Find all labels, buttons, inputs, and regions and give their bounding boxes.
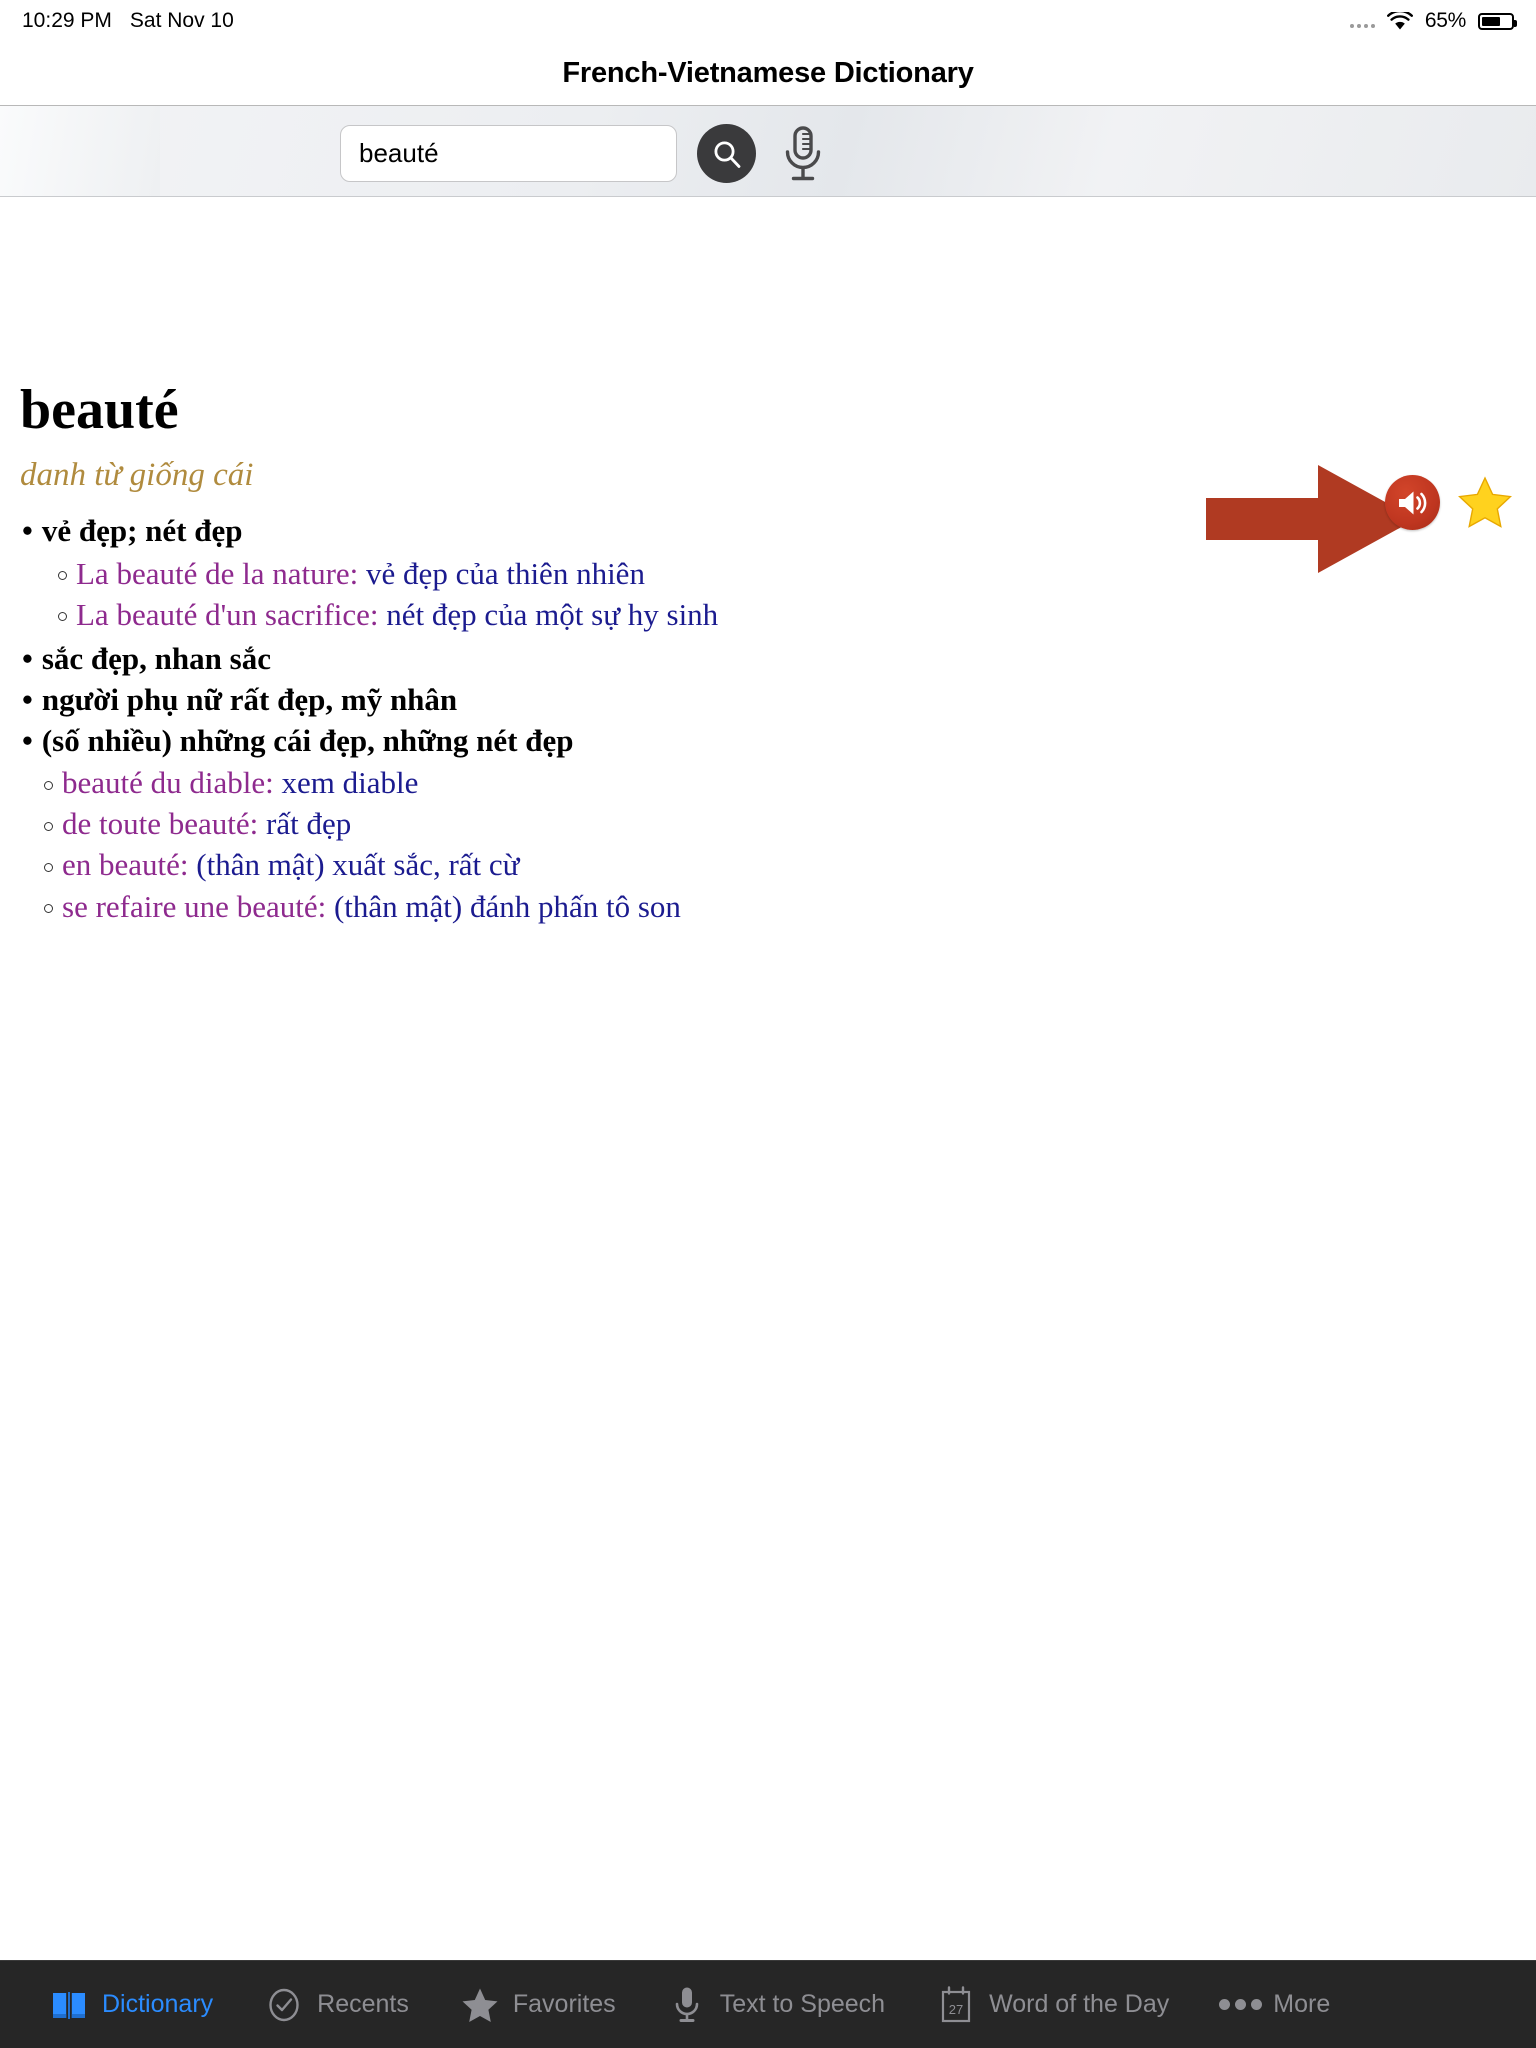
example-bullet-icon — [44, 780, 53, 790]
signal-dots-icon — [1349, 14, 1375, 28]
example-french: beauté du diable: — [62, 765, 282, 801]
example-french: se refaire une beauté: — [62, 888, 334, 924]
example-vietnamese: (thân mật) xuất sắc, rất cừ — [196, 847, 520, 883]
tab-word-of-the-day[interactable]: 27 Word of the Day — [911, 1985, 1195, 2025]
tab-recents[interactable]: Recents — [239, 1985, 435, 2025]
tab-label: Recents — [317, 1990, 409, 2018]
tab-label: Text to Speech — [719, 1990, 886, 2018]
speaker-icon[interactable] — [1385, 475, 1440, 530]
example-bullet-icon — [44, 821, 53, 831]
example-item: en beauté: (thân mật) xuất sắc, rất cừ — [20, 845, 1516, 884]
example-list: beauté du diable: xem diable de toute be… — [20, 763, 1516, 925]
star-icon — [461, 1985, 499, 2025]
sense-bullet: • — [22, 513, 33, 549]
sense-item: • (số nhiều) những cái đẹp, những nét đẹp — [20, 722, 1516, 761]
example-item: La beauté d'un sacrifice: nét đẹp của mộ… — [20, 595, 1516, 634]
navigation-bar: French-Vietnamese Dictionary — [0, 42, 1536, 106]
example-vietnamese: (thân mật) đánh phấn tô son — [333, 888, 681, 924]
search-button[interactable] — [697, 124, 756, 183]
status-bar-left: 10:29 PM Sat Nov 10 — [22, 9, 234, 33]
tab-label: Word of the Day — [989, 1990, 1170, 2018]
book-icon — [50, 1985, 88, 2025]
dictionary-entry: beauté danh từ giống cái • vẻ đẹp; nét đẹ… — [0, 382, 1536, 926]
microphone-icon — [668, 1985, 706, 2025]
tab-label: Favorites — [512, 1990, 616, 2018]
calendar-icon: 27 — [937, 1985, 975, 2025]
headword: beauté — [20, 379, 179, 441]
sense-text: sắc đẹp, nhan sắc — [41, 641, 271, 677]
tab-label: Dictionary — [102, 1990, 214, 2018]
example-bullet-icon — [58, 612, 67, 622]
sense-text: (số nhiều) những cái đẹp, những nét đẹp — [41, 722, 574, 758]
example-item: de toute beauté: rất đẹp — [20, 804, 1516, 843]
tab-dictionary[interactable]: Dictionary — [24, 1985, 239, 2025]
wifi-icon — [1386, 11, 1413, 31]
svg-text:27: 27 — [949, 2002, 963, 2017]
example-french: en beauté: — [62, 847, 197, 883]
voice-search-button[interactable] — [777, 124, 829, 186]
search-input[interactable] — [355, 138, 698, 169]
example-vietnamese: nét đẹp của một sự hy sinh — [386, 597, 719, 633]
status-bar-right: 65% — [1349, 9, 1517, 33]
search-bar — [0, 106, 1536, 197]
favorite-star-icon[interactable] — [1456, 475, 1514, 530]
example-vietnamese: rất đẹp — [266, 806, 352, 842]
sense-bullet: • — [22, 722, 33, 758]
clock-check-icon — [265, 1985, 303, 2025]
status-bar: 10:29 PM Sat Nov 10 65% — [0, 0, 1536, 42]
example-bullet-icon — [44, 903, 53, 913]
sense-item: • người phụ nữ rất đẹp, mỹ nhân — [20, 681, 1516, 720]
sense-bullet: • — [22, 641, 33, 677]
sense-text: người phụ nữ rất đẹp, mỹ nhân — [41, 681, 458, 717]
sense-item: • sắc đẹp, nhan sắc — [20, 640, 1516, 679]
example-french: de toute beauté: — [62, 806, 266, 842]
example-bullet-icon — [44, 862, 53, 872]
status-time: 10:29 PM — [22, 9, 112, 32]
example-item: beauté du diable: xem diable — [20, 763, 1516, 802]
tab-text-to-speech[interactable]: Text to Speech — [642, 1985, 911, 2025]
tab-label: More — [1273, 1990, 1331, 2018]
tab-favorites[interactable]: Favorites — [435, 1985, 642, 2025]
battery-icon — [1478, 12, 1517, 30]
example-french: La beauté d'un sacrifice: — [76, 597, 387, 633]
example-vietnamese: xem diable — [281, 765, 419, 801]
example-vietnamese: vẻ đẹp của thiên nhiên — [366, 556, 645, 592]
example-bullet-icon — [58, 571, 67, 581]
example-item: se refaire une beauté: (thân mật) đánh p… — [20, 887, 1516, 926]
battery-percent: 65% — [1424, 9, 1466, 32]
tab-more[interactable]: More — [1195, 1985, 1356, 2025]
example-french: La beauté de la nature: — [76, 556, 367, 592]
ellipsis-icon — [1218, 1985, 1262, 2025]
sense-text: vẻ đẹp; nét đẹp — [41, 513, 243, 549]
status-date: Sat Nov 10 — [129, 9, 234, 32]
search-field[interactable] — [340, 125, 725, 182]
tab-bar: Dictionary Recents Favorites Text to Spe… — [0, 1960, 1536, 2048]
page-title: French-Vietnamese Dictionary — [562, 57, 974, 89]
entry-action-row — [1385, 475, 1514, 530]
sense-bullet: • — [22, 681, 33, 717]
